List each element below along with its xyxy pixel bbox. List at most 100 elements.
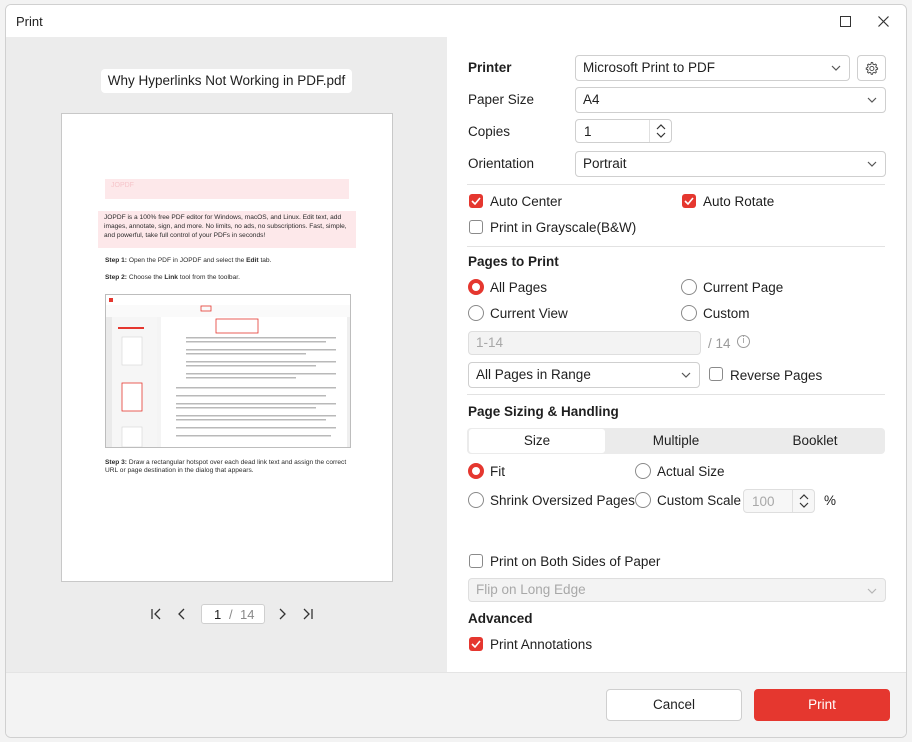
sizing-mode-tabs: Size Multiple Booklet <box>467 428 885 454</box>
settings-pane: Printer Microsoft Print to PDF Paper Siz… <box>447 37 906 672</box>
chevron-right-icon <box>279 608 286 620</box>
scale-value[interactable]: 100 <box>752 494 775 509</box>
page-sizing-title: Page Sizing & Handling <box>468 404 619 419</box>
print-dialog: Print Why Hyperlinks Not Working in PDF.… <box>5 4 907 738</box>
auto-rotate-checkbox[interactable] <box>682 194 696 208</box>
tab-multiple[interactable]: Multiple <box>608 429 744 453</box>
orientation-label: Orientation <box>468 156 535 171</box>
copies-stepper[interactable]: 1 <box>575 119 672 143</box>
page-range-input[interactable]: 1-14 <box>468 331 701 355</box>
window-title: Print <box>16 14 43 29</box>
chevron-down-icon <box>867 588 877 594</box>
chevron-down-icon <box>867 97 877 103</box>
maximize-button[interactable] <box>826 5 864 37</box>
copies-label: Copies <box>468 124 511 139</box>
divider <box>467 246 885 247</box>
chevron-up-icon[interactable] <box>799 493 809 500</box>
page-number-box[interactable]: 1 / 14 <box>201 604 265 624</box>
custom-radio[interactable] <box>681 305 697 321</box>
previous-page-button[interactable] <box>173 605 191 623</box>
last-page-button[interactable] <box>299 605 317 623</box>
all-pages-label: All Pages <box>490 280 548 295</box>
current-page-label: Current Page <box>703 280 784 295</box>
flip-edge-select[interactable]: Flip on Long Edge <box>468 578 886 602</box>
next-page-button[interactable] <box>273 605 291 623</box>
last-page-icon <box>303 608 313 620</box>
page-preview: JOPDF JOPDF is a 100% free PDF editor fo… <box>61 113 393 582</box>
custom-label: Custom <box>703 306 750 321</box>
tab-size[interactable]: Size <box>469 429 605 453</box>
preview-pane: Why Hyperlinks Not Working in PDF.pdf JO… <box>6 37 447 672</box>
page-subset-select[interactable]: All Pages in Range <box>468 362 700 388</box>
copies-value[interactable]: 1 <box>584 124 592 139</box>
maximize-icon <box>839 15 851 27</box>
chevron-down-icon[interactable] <box>799 502 809 509</box>
chevron-up-icon[interactable] <box>656 123 666 130</box>
page-step-1: Step 1: Open the PDF in JOPDF and select… <box>105 257 272 264</box>
first-page-button[interactable] <box>147 605 165 623</box>
print-annotations-label: Print Annotations <box>490 637 593 652</box>
file-name: Why Hyperlinks Not Working in PDF.pdf <box>101 69 352 93</box>
duplex-checkbox[interactable] <box>469 554 483 568</box>
printer-settings-button[interactable] <box>857 55 886 81</box>
shrink-oversized-label: Shrink Oversized Pages <box>490 493 635 508</box>
check-icon <box>684 197 694 205</box>
printer-select[interactable]: Microsoft Print to PDF <box>575 55 850 81</box>
auto-rotate-label: Auto Rotate <box>703 194 775 209</box>
duplex-label: Print on Both Sides of Paper <box>490 554 661 569</box>
page-range-total: / 14 <box>708 336 731 351</box>
gear-icon <box>865 61 879 75</box>
page-step-3: Step 3: Draw a rectangular hotspot over … <box>105 459 347 475</box>
info-icon[interactable]: i <box>737 335 750 348</box>
custom-scale-stepper[interactable]: 100 <box>743 489 815 513</box>
check-icon <box>471 640 481 648</box>
advanced-title: Advanced <box>468 611 533 626</box>
chevron-down-icon <box>867 161 877 167</box>
divider <box>467 394 885 395</box>
fit-label: Fit <box>490 464 505 479</box>
actual-size-label: Actual Size <box>657 464 725 479</box>
printer-label: Printer <box>468 60 512 75</box>
paper-size-select[interactable]: A4 <box>575 87 886 113</box>
auto-center-label: Auto Center <box>490 194 563 209</box>
page-navigator: 1 / 14 <box>143 603 313 625</box>
close-icon <box>877 15 889 27</box>
fit-radio[interactable] <box>468 463 484 479</box>
page-step-2: Step 2: Choose the Link tool from the to… <box>105 274 240 281</box>
actual-size-radio[interactable] <box>635 463 651 479</box>
reverse-pages-checkbox[interactable] <box>709 367 723 381</box>
divider <box>467 184 885 185</box>
total-pages: 14 <box>240 607 255 622</box>
copies-arrows[interactable] <box>649 120 671 142</box>
current-page-input[interactable]: 1 <box>214 607 221 622</box>
grayscale-label: Print in Grayscale(B&W) <box>490 220 637 235</box>
scale-arrows[interactable] <box>792 490 814 512</box>
embedded-screenshot-graphic <box>106 295 350 447</box>
chevron-left-icon <box>178 608 185 620</box>
title-bar: Print <box>6 5 906 37</box>
close-button[interactable] <box>864 5 902 37</box>
shrink-oversized-radio[interactable] <box>468 492 484 508</box>
scale-unit: % <box>824 493 837 508</box>
pages-to-print-title: Pages to Print <box>468 254 559 269</box>
grayscale-checkbox[interactable] <box>469 220 483 234</box>
chevron-down-icon[interactable] <box>656 132 666 139</box>
first-page-icon <box>151 608 161 620</box>
custom-scale-radio[interactable] <box>635 492 651 508</box>
reverse-pages-label: Reverse Pages <box>730 368 823 383</box>
page-banner: JOPDF <box>105 179 349 199</box>
print-button[interactable]: Print <box>754 689 890 721</box>
cancel-button[interactable]: Cancel <box>606 689 742 721</box>
chevron-down-icon <box>831 65 841 71</box>
custom-scale-label: Custom Scale <box>657 493 742 508</box>
check-icon <box>471 197 481 205</box>
current-page-radio[interactable] <box>681 279 697 295</box>
orientation-select[interactable]: Portrait <box>575 151 886 177</box>
current-view-radio[interactable] <box>468 305 484 321</box>
print-annotations-checkbox[interactable] <box>469 637 483 651</box>
auto-center-checkbox[interactable] <box>469 194 483 208</box>
current-view-label: Current View <box>490 306 568 321</box>
all-pages-radio[interactable] <box>468 279 484 295</box>
tab-booklet[interactable]: Booklet <box>747 429 883 453</box>
page-intro: JOPDF is a 100% free PDF editor for Wind… <box>98 211 356 248</box>
